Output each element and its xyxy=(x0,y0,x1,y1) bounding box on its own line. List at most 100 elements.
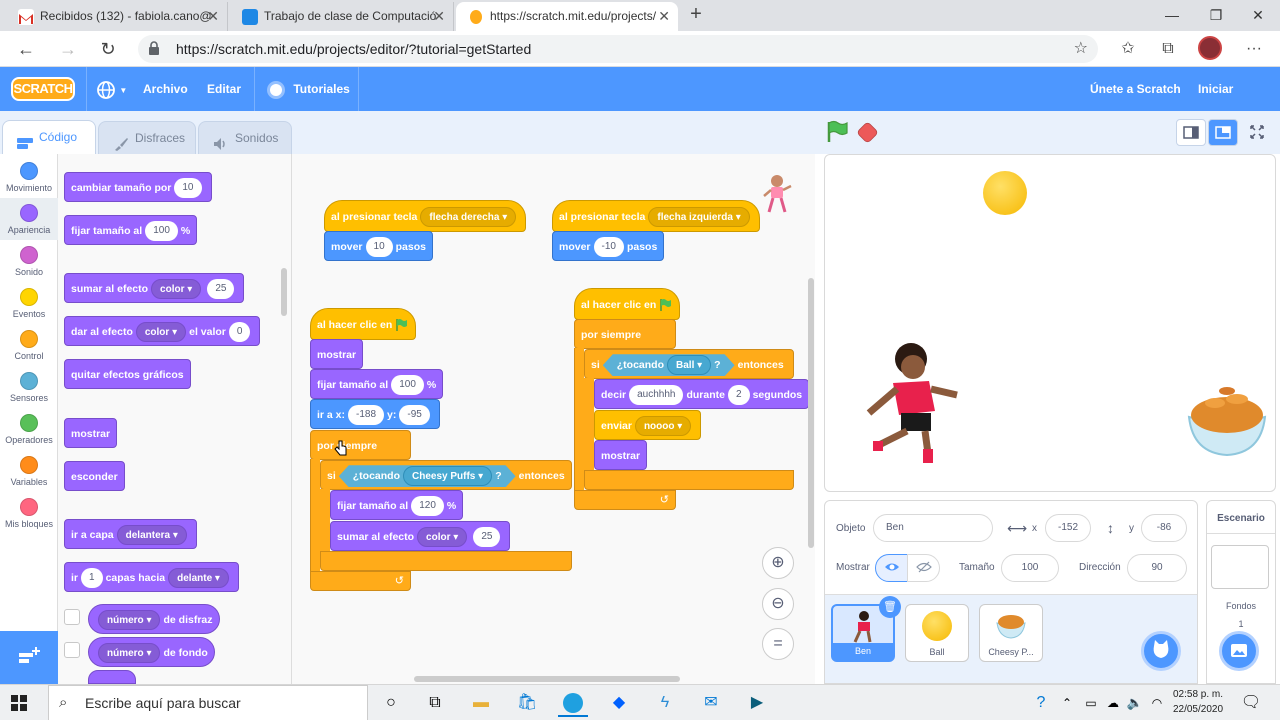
y-input[interactable]: -86 xyxy=(1141,514,1187,542)
scratch-logo[interactable]: SCRATCH xyxy=(11,77,75,101)
block-hide[interactable]: esconder xyxy=(64,461,125,491)
menu-editar[interactable]: Editar xyxy=(201,67,247,111)
block-input[interactable]: 10 xyxy=(365,237,393,258)
effect-dropdown[interactable]: color ▾ xyxy=(135,322,187,343)
backdrop-thumbnail[interactable] xyxy=(1211,545,1269,589)
block-input[interactable]: 1 xyxy=(81,568,103,589)
file-explorer-icon[interactable]: ▬ xyxy=(466,689,496,717)
taskbar-search-box[interactable]: ⌕ Escribe aquí para buscar xyxy=(48,685,368,720)
sign-in-link[interactable]: Iniciar sesión xyxy=(1192,67,1280,140)
fullscreen-icon[interactable] xyxy=(1243,119,1273,146)
show-visible-button[interactable] xyxy=(875,554,908,582)
block-input[interactable]: -95 xyxy=(399,405,430,426)
block-set-size[interactable]: fijar tamaño al 100% xyxy=(310,369,444,399)
show-hidden-button[interactable] xyxy=(907,554,940,582)
effect-dropdown[interactable]: color ▾ xyxy=(417,527,468,548)
block-if-then[interactable]: si ¿tocando Ball ▾? entonces xyxy=(584,349,794,379)
block-input[interactable]: -10 xyxy=(593,237,624,258)
cortana-icon[interactable]: ○ xyxy=(376,689,406,717)
language-menu[interactable]: ▼ xyxy=(90,67,133,111)
ball-sprite[interactable] xyxy=(983,171,1027,215)
layer-dropdown[interactable]: delantera ▾ xyxy=(116,525,187,546)
edge-icon[interactable] xyxy=(558,689,588,717)
palette-scrollbar[interactable] xyxy=(281,268,287,316)
block-touching[interactable]: ¿tocando Ball ▾? xyxy=(603,354,735,376)
key-dropdown[interactable]: flecha derecha ▾ xyxy=(420,207,517,228)
object-dropdown[interactable]: Cheesy Puffs ▾ xyxy=(403,466,492,486)
block-when-key-pressed[interactable]: al presionar tecla flecha izquierda ▾ xyxy=(552,200,760,232)
category-sound[interactable]: Sonido xyxy=(0,240,58,282)
favorites-icon[interactable]: ✩ xyxy=(1116,38,1140,60)
cheesy-puffs-sprite[interactable] xyxy=(1185,383,1269,457)
block-clear-effects[interactable]: quitar efectos gráficos xyxy=(64,359,191,389)
block-go-to-xy[interactable]: ir a x: -188 y: -95 xyxy=(310,399,440,429)
close-tab-icon[interactable]: ✕ xyxy=(207,2,219,31)
task-view-icon[interactable]: ⧉ xyxy=(420,689,450,717)
minimize-button[interactable]: — xyxy=(1152,0,1192,31)
block-show[interactable]: mostrar xyxy=(594,440,648,470)
x-input[interactable]: -152 xyxy=(1045,514,1091,542)
block-when-flag-clicked[interactable]: al hacer clic en xyxy=(574,288,681,320)
block-change-effect[interactable]: sumar al efecto color ▾ 25 xyxy=(330,521,511,551)
block-forever[interactable]: por siempre xyxy=(310,430,411,460)
category-my-blocks[interactable]: Mis bloques xyxy=(0,492,58,534)
message-dropdown[interactable]: noooo ▾ xyxy=(634,416,692,437)
mail-icon[interactable]: ✉ xyxy=(696,689,726,717)
delete-sprite-icon[interactable]: 🗑 xyxy=(879,596,901,618)
stage-canvas[interactable] xyxy=(824,154,1276,492)
block-input[interactable]: -188 xyxy=(348,405,385,426)
block-say-for-secs[interactable]: decir auchhhh durante 2 segundos xyxy=(594,379,810,409)
size-input[interactable]: 100 xyxy=(1001,554,1059,582)
block-change-effect[interactable]: sumar al efecto color ▾ 25 xyxy=(64,273,245,303)
effect-dropdown[interactable]: color ▾ xyxy=(151,279,202,300)
block-when-key-pressed[interactable]: al presionar tecla flecha derecha ▾ xyxy=(324,200,527,232)
dropbox-icon[interactable]: ◆ xyxy=(604,689,634,717)
block-move-steps[interactable]: mover 10 pasos xyxy=(324,231,433,261)
close-tab-icon[interactable]: ✕ xyxy=(658,2,670,31)
zoom-in-button[interactable]: ⊕ xyxy=(762,547,794,579)
block-touching[interactable]: ¿tocando Cheesy Puffs ▾? xyxy=(339,465,516,487)
block-move-steps[interactable]: mover -10 pasos xyxy=(552,231,665,261)
object-dropdown[interactable]: Ball ▾ xyxy=(667,355,711,375)
block-set-effect[interactable]: dar al efecto color ▾ el valor 0 xyxy=(64,316,261,346)
block-input[interactable]: 2 xyxy=(728,385,750,406)
category-events[interactable]: Eventos xyxy=(0,282,58,324)
close-tab-icon[interactable]: ✕ xyxy=(433,2,445,31)
block-input[interactable]: 10 xyxy=(174,178,202,199)
workspace-horizontal-scrollbar[interactable] xyxy=(414,676,680,682)
app-bolt-icon[interactable]: ϟ xyxy=(650,689,680,717)
bookmark-star-icon[interactable]: ☆ xyxy=(1074,35,1088,63)
profile-avatar[interactable] xyxy=(1198,36,1222,60)
block-input[interactable]: 100 xyxy=(391,375,424,396)
block-set-size[interactable]: fijar tamaño al 100% xyxy=(64,215,198,245)
tab-costumes[interactable]: Disfraces xyxy=(98,121,196,154)
new-tab-button[interactable]: + xyxy=(684,3,708,26)
category-control[interactable]: Control xyxy=(0,324,58,366)
menu-archivo[interactable]: Archivo xyxy=(137,67,194,111)
choose-sprite-button[interactable] xyxy=(1141,631,1181,671)
block-set-size[interactable]: fijar tamaño al 120% xyxy=(330,490,464,520)
block-broadcast[interactable]: enviar noooo ▾ xyxy=(594,410,702,440)
notifications-icon[interactable]: 🗨 xyxy=(1236,689,1266,717)
block-if-then[interactable]: si ¿tocando Cheesy Puffs ▾? entonces xyxy=(320,460,572,490)
more-menu-icon[interactable]: ··· xyxy=(1242,38,1266,60)
sprite-thumb-ben[interactable]: Ben 🗑 xyxy=(831,596,901,662)
back-arrow-icon[interactable]: ← xyxy=(14,37,38,61)
tab-scratch[interactable]: https://scratch.mit.edu/projects/ ✕ xyxy=(456,2,678,31)
block-show[interactable]: mostrar xyxy=(310,339,364,369)
maximize-button[interactable]: ❐ xyxy=(1196,0,1236,31)
direction-dropdown[interactable]: delante ▾ xyxy=(168,568,229,589)
block-go-to-layer[interactable]: ir a capa delantera ▾ xyxy=(64,519,197,549)
number-dropdown[interactable]: número ▾ xyxy=(98,643,161,664)
close-window-button[interactable]: ✕ xyxy=(1238,0,1278,31)
category-variables[interactable]: Variables xyxy=(0,450,58,492)
block-show[interactable]: mostrar xyxy=(64,418,118,448)
choose-backdrop-button[interactable] xyxy=(1219,631,1259,671)
category-motion[interactable]: Movimiento xyxy=(0,156,58,198)
collections-icon[interactable]: ⧉ xyxy=(1156,38,1180,60)
category-looks[interactable]: Apariencia xyxy=(0,198,58,240)
block-forever[interactable]: por siempre xyxy=(574,319,676,349)
normal-stage-button[interactable] xyxy=(1208,119,1238,146)
forward-arrow-icon[interactable]: → xyxy=(56,37,80,61)
sprite-name-input[interactable]: Ben xyxy=(873,514,993,542)
